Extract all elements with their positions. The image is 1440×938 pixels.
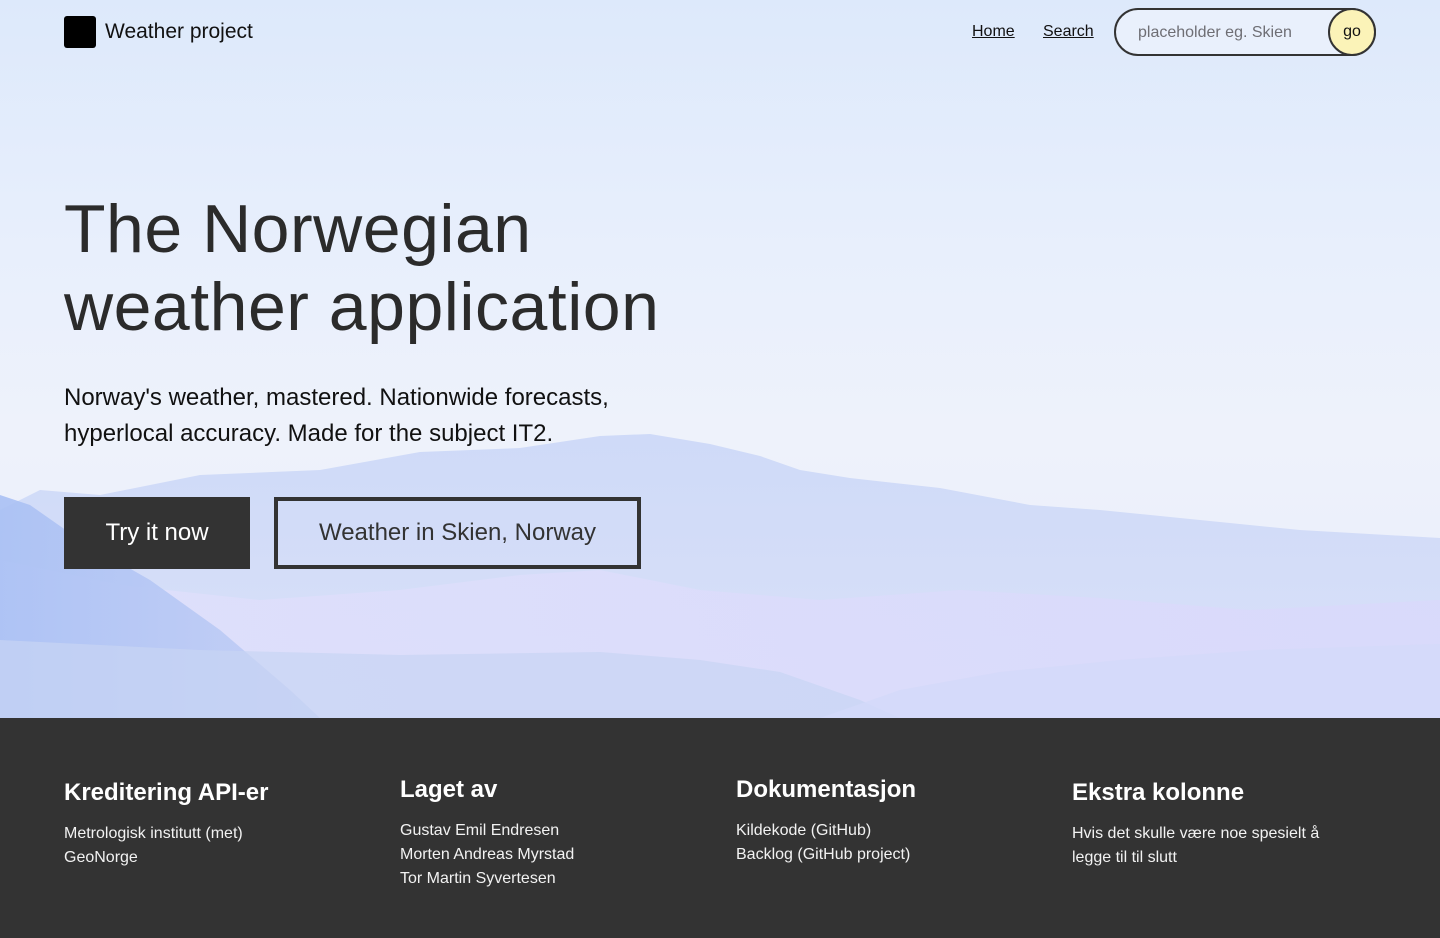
go-button[interactable]: go [1328,8,1376,56]
weather-skien-button[interactable]: Weather in Skien, Norway [274,497,641,569]
search-form: go [1114,8,1376,56]
footer-item: legge til til slutt [1072,849,1177,866]
footer-column-authors: Laget av Gustav Emil Endresen Morten And… [400,775,700,891]
page-title: The Norwegian weather application [64,190,764,346]
footer-item: Tor Martin Syvertesen [400,870,556,887]
footer-heading: Laget av [400,776,498,803]
footer-heading: Dokumentasjon [736,776,917,803]
nav-search-link[interactable]: Search [1043,21,1094,43]
footer: Kreditering API-er Metrologisk institutt… [0,718,1440,938]
subtitle-line-1: Norway's weather, mastered. Nationwide f… [64,384,609,411]
backlog-link[interactable]: Backlog (GitHub project) [736,843,1036,867]
footer-item: Gustav Emil Endresen [400,822,560,839]
search-input[interactable] [1138,20,1338,46]
footer-item: Hvis det skulle være noe spesielt å [1072,825,1320,842]
subtitle-line-2: hyperlocal accuracy. Made for the subjec… [64,420,554,447]
source-code-link[interactable]: Kildekode (GitHub) [736,819,1036,843]
footer-item: GeoNorge [64,849,138,866]
footer-heading: Kreditering API-er [64,779,269,806]
footer-item: Metrologisk institutt (met) [64,825,243,842]
nav-home-link[interactable]: Home [972,21,1015,43]
footer-column-docs: Dokumentasjon Kildekode (GitHub) Backlog… [736,775,1036,867]
footer-item: Morten Andreas Myrstad [400,846,575,863]
try-it-now-button[interactable]: Try it now [64,497,250,569]
title-line-1: The Norwegian [64,191,532,267]
title-line-2: weather application [64,269,660,345]
logo[interactable] [64,16,96,48]
footer-column-credits: Kreditering API-er Metrologisk institutt… [64,778,364,870]
mountain-illustration [0,434,1440,718]
hero-section: Weather project Home Search go The Norwe… [0,0,1440,718]
footer-column-extra: Ekstra kolonne Hvis det skulle være noe … [1072,778,1372,870]
footer-heading: Ekstra kolonne [1072,779,1245,806]
hero-subtitle: Norway's weather, mastered. Nationwide f… [64,380,704,452]
brand-name[interactable]: Weather project [105,18,253,46]
